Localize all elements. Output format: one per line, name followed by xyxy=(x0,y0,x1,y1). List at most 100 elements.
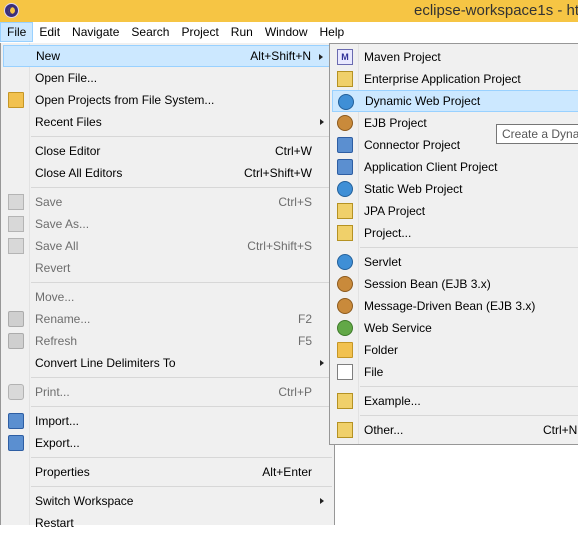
menu-item-label: Session Bean (EJB 3.x) xyxy=(364,277,491,291)
menu-file[interactable]: File xyxy=(0,22,34,42)
menu-item-label: New xyxy=(36,49,61,63)
shortcut-label: F2 xyxy=(297,312,312,326)
new-jpa-project[interactable]: JPA Project xyxy=(332,200,578,222)
shortcut-label: Alt+Enter xyxy=(262,465,312,479)
menu-item-label: Print... xyxy=(35,385,70,399)
file-move[interactable]: Move... xyxy=(3,286,332,308)
new-folder[interactable]: Folder xyxy=(332,339,578,361)
file-refresh[interactable]: Refresh F5 xyxy=(3,330,332,352)
file-revert[interactable]: Revert xyxy=(3,257,332,279)
static-web-project-icon xyxy=(337,181,353,197)
menu-window[interactable]: Window xyxy=(259,22,314,42)
session-bean-icon xyxy=(337,276,353,292)
save-as-icon xyxy=(8,216,24,232)
new-session-bean[interactable]: Session Bean (EJB 3.x) xyxy=(332,273,578,295)
file-open-projects[interactable]: Open Projects from File System... xyxy=(3,89,332,111)
file-recent-files[interactable]: Recent Files xyxy=(3,111,332,133)
shortcut-label: Ctrl+Shift+W xyxy=(243,166,312,180)
file-save-as[interactable]: Save As... xyxy=(3,213,332,235)
menu-item-label: Open Projects from File System... xyxy=(35,93,215,107)
menu-item-label: Folder xyxy=(364,343,399,357)
shortcut-label: Alt+Shift+N xyxy=(250,49,311,63)
menu-run[interactable]: Run xyxy=(225,22,259,42)
file-restart[interactable]: Restart xyxy=(3,512,332,534)
new-submenu: M Maven Project Enterprise Application P… xyxy=(329,43,578,445)
menu-separator xyxy=(360,386,578,387)
menu-item-label: Import... xyxy=(35,414,80,428)
web-service-icon xyxy=(337,320,353,336)
menu-item-label: Save xyxy=(35,195,63,209)
file-close-editor[interactable]: Close Editor Ctrl+W xyxy=(3,140,332,162)
message-driven-bean-icon xyxy=(337,298,353,314)
menu-item-label: Refresh xyxy=(35,334,78,348)
menu-search[interactable]: Search xyxy=(125,22,175,42)
menu-project[interactable]: Project xyxy=(175,22,224,42)
menu-edit[interactable]: Edit xyxy=(33,22,66,42)
shortcut-label: Ctrl+W xyxy=(275,144,312,158)
menu-item-label: Recent Files xyxy=(35,115,102,129)
jpa-project-icon xyxy=(337,203,353,219)
submenu-arrow-icon xyxy=(319,54,323,60)
menu-item-label: Save As... xyxy=(35,217,90,231)
menu-separator xyxy=(31,282,332,283)
file-open-file[interactable]: Open File... xyxy=(3,67,332,89)
menu-item-label: Enterprise Application Project xyxy=(364,72,521,86)
eclipse-logo-icon xyxy=(4,3,19,18)
menu-item-label: Other... xyxy=(364,423,404,437)
file-rename[interactable]: Rename... F2 xyxy=(3,308,332,330)
menu-item-label: Export... xyxy=(35,436,80,450)
new-message-driven-bean[interactable]: Message-Driven Bean (EJB 3.x) xyxy=(332,295,578,317)
new-dynamic-web-project[interactable]: Dynamic Web Project xyxy=(332,90,578,112)
new-file[interactable]: File xyxy=(332,361,578,383)
export-icon xyxy=(8,435,24,451)
file-import[interactable]: Import... xyxy=(3,410,332,432)
menu-item-label: Open File... xyxy=(35,71,98,85)
menu-navigate[interactable]: Navigate xyxy=(66,22,125,42)
menu-separator xyxy=(31,187,332,188)
new-maven-project[interactable]: M Maven Project xyxy=(332,46,578,68)
menu-item-label: Maven Project xyxy=(364,50,441,64)
menu-bar: File Edit Navigate Search Project Run Wi… xyxy=(0,22,578,43)
menu-item-label: Static Web Project xyxy=(364,182,463,196)
shortcut-label: Ctrl+S xyxy=(278,195,312,209)
window-title: eclipse-workspace1s - htt xyxy=(414,2,578,19)
file-save-all[interactable]: Save All Ctrl+Shift+S xyxy=(3,235,332,257)
file-convert-line-delimiters[interactable]: Convert Line Delimiters To xyxy=(3,352,332,374)
menu-item-label: Revert xyxy=(35,261,71,275)
menu-separator xyxy=(31,457,332,458)
file-export[interactable]: Export... xyxy=(3,432,332,454)
menu-item-label: Move... xyxy=(35,290,75,304)
menu-item-label: EJB Project xyxy=(364,116,427,130)
new-web-service[interactable]: Web Service xyxy=(332,317,578,339)
menu-item-label: JPA Project xyxy=(364,204,426,218)
new-application-client-project[interactable]: Application Client Project xyxy=(332,156,578,178)
file-properties[interactable]: Properties Alt+Enter xyxy=(3,461,332,483)
file-close-all-editors[interactable]: Close All Editors Ctrl+Shift+W xyxy=(3,162,332,184)
example-icon xyxy=(337,393,353,409)
menu-item-label: Properties xyxy=(35,465,90,479)
new-example[interactable]: Example... xyxy=(332,390,578,412)
submenu-arrow-icon xyxy=(320,498,324,504)
menu-item-label: Dynamic Web Project xyxy=(365,94,481,108)
menu-item-label: Web Service xyxy=(364,321,432,335)
new-project[interactable]: Project... xyxy=(332,222,578,244)
shortcut-label: Ctrl+Shift+S xyxy=(247,239,312,253)
file-print[interactable]: Print... Ctrl+P xyxy=(3,381,332,403)
folder-icon xyxy=(8,92,24,108)
rename-icon xyxy=(8,311,24,327)
menu-item-label: Close All Editors xyxy=(35,166,123,180)
menu-item-label: File xyxy=(364,365,384,379)
menu-separator xyxy=(360,247,578,248)
new-servlet[interactable]: Servlet xyxy=(332,251,578,273)
file-new[interactable]: New Alt+Shift+N xyxy=(3,45,332,67)
menu-separator xyxy=(31,136,332,137)
new-other[interactable]: Other... Ctrl+N xyxy=(332,419,578,441)
file-save[interactable]: Save Ctrl+S xyxy=(3,191,332,213)
new-enterprise-application-project[interactable]: Enterprise Application Project xyxy=(332,68,578,90)
menu-item-label: Example... xyxy=(364,394,421,408)
menu-help[interactable]: Help xyxy=(314,22,351,42)
new-static-web-project[interactable]: Static Web Project xyxy=(332,178,578,200)
project-icon xyxy=(337,225,353,241)
file-switch-workspace[interactable]: Switch Workspace xyxy=(3,490,332,512)
menu-item-label: Convert Line Delimiters To xyxy=(35,356,176,370)
